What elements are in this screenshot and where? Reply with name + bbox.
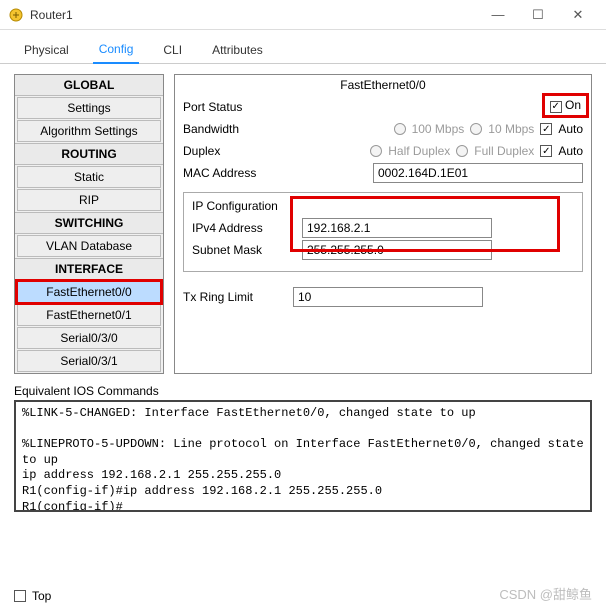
ios-commands-label: Equivalent IOS Commands [14,384,592,398]
bandwidth-auto-checkbox[interactable] [540,123,552,135]
duplex-auto-label: Auto [558,144,583,158]
ip-config-fieldset: IP Configuration IPv4 Address Subnet Mas… [183,192,583,272]
sidebar-item-static[interactable]: Static [17,166,161,188]
sidebar-head-switching: SWITCHING [15,212,163,234]
duplex-full-label: Full Duplex [474,144,534,158]
subnet-input[interactable] [302,240,492,260]
duplex-half-label: Half Duplex [388,144,450,158]
sidebar-item-settings[interactable]: Settings [17,97,161,119]
top-label: Top [32,589,51,603]
sidebar-head-routing: ROUTING [15,143,163,165]
sidebar-item-s030[interactable]: Serial0/3/0 [17,327,161,349]
bandwidth-10-radio[interactable] [470,123,482,135]
tab-cli[interactable]: CLI [157,39,188,63]
top-checkbox[interactable] [14,590,26,602]
ipv4-input[interactable] [302,218,492,238]
close-button[interactable]: ✕ [558,7,598,23]
bandwidth-10-label: 10 Mbps [488,122,534,136]
sidebar-item-s031[interactable]: Serial0/3/1 [17,350,161,372]
bandwidth-auto-label: Auto [558,122,583,136]
sidebar-head-global: GLOBAL [15,75,163,96]
port-status-on-label: On [565,98,581,112]
ipv4-label: IPv4 Address [192,221,302,235]
tab-attributes[interactable]: Attributes [206,39,269,63]
bandwidth-label: Bandwidth [183,122,293,136]
sidebar-item-fe01[interactable]: FastEthernet0/1 [17,304,161,326]
footer: Top [14,589,51,603]
sidebar-head-interface: INTERFACE [15,258,163,280]
sidebar-item-fe00[interactable]: FastEthernet0/0 [17,281,161,303]
sidebar: GLOBAL Settings Algorithm Settings ROUTI… [14,74,164,374]
ip-config-label: IP Configuration [192,199,574,213]
watermark: CSDN @甜鲸鱼 [499,584,592,603]
main-panel: FastEthernet0/0 On Port Status Bandwidth… [174,74,592,374]
port-status-on-highlight: On [544,95,587,116]
mac-label: MAC Address [183,166,293,180]
window-title: Router1 [30,8,73,22]
port-status-label: Port Status [183,100,293,114]
ios-commands-output[interactable]: %LINK-5-CHANGED: Interface FastEthernet0… [14,400,592,512]
duplex-auto-checkbox[interactable] [540,145,552,157]
minimize-button[interactable]: — [478,7,518,22]
tx-label: Tx Ring Limit [183,290,293,304]
port-status-checkbox[interactable] [550,101,562,113]
router-icon [8,7,24,23]
tx-input[interactable] [293,287,483,307]
maximize-button[interactable]: ☐ [518,7,558,23]
sidebar-item-rip[interactable]: RIP [17,189,161,211]
duplex-full-radio[interactable] [456,145,468,157]
mac-input[interactable] [373,163,583,183]
bandwidth-100-label: 100 Mbps [412,122,465,136]
titlebar: Router1 — ☐ ✕ [0,0,606,30]
tab-physical[interactable]: Physical [18,39,75,63]
sidebar-item-vlan[interactable]: VLAN Database [17,235,161,257]
panel-title: FastEthernet0/0 [183,75,583,96]
duplex-label: Duplex [183,144,293,158]
sidebar-item-algorithm[interactable]: Algorithm Settings [17,120,161,142]
duplex-half-radio[interactable] [370,145,382,157]
bandwidth-100-radio[interactable] [394,123,406,135]
subnet-label: Subnet Mask [192,243,302,257]
tab-config[interactable]: Config [93,38,140,64]
tab-bar: Physical Config CLI Attributes [0,30,606,64]
